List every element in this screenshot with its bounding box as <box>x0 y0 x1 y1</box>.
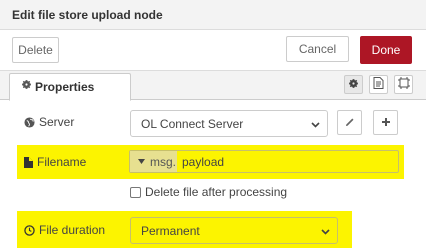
tab-settings-icon-button[interactable] <box>344 75 363 94</box>
tab-appearance-icon-button[interactable] <box>394 75 413 94</box>
server-label: Server <box>24 115 74 129</box>
server-select[interactable]: OL Connect Server <box>130 110 328 137</box>
dialog-title: Edit file store upload node <box>12 8 163 22</box>
filename-input[interactable]: msg. payload <box>129 150 399 173</box>
tab-properties[interactable]: Properties <box>9 73 131 101</box>
clock-icon <box>24 224 35 236</box>
delete-after-processing-label: Delete file after processing <box>145 185 288 199</box>
appearance-icon <box>397 77 410 92</box>
chevron-down-icon <box>311 117 320 131</box>
file-duration-select[interactable]: Permanent <box>130 217 338 244</box>
file-duration-value: Permanent <box>141 223 200 238</box>
delete-after-processing-checkbox[interactable] <box>130 186 141 198</box>
add-server-button[interactable] <box>373 110 398 135</box>
description-icon <box>373 77 384 92</box>
tab-description-icon-button[interactable] <box>369 75 388 94</box>
file-duration-label: File duration <box>24 223 105 237</box>
filename-value: payload <box>182 155 225 169</box>
plus-icon <box>381 116 391 130</box>
gear-icon <box>21 79 32 93</box>
dialog-title-bar: Edit file store upload node <box>0 0 426 30</box>
delete-after-processing-row[interactable]: Delete file after processing <box>130 185 287 199</box>
filename-type-prefix: msg. <box>150 154 177 169</box>
edit-server-button[interactable] <box>337 110 362 135</box>
cancel-button[interactable]: Cancel <box>286 36 349 62</box>
pencil-icon <box>345 116 355 130</box>
caret-down-icon <box>138 159 145 164</box>
chevron-down-icon <box>321 224 330 238</box>
done-button[interactable]: Done <box>360 36 412 64</box>
delete-button[interactable]: Delete <box>12 37 59 63</box>
tab-label: Properties <box>35 80 95 94</box>
file-icon <box>24 156 33 168</box>
filename-type-selector[interactable]: msg. <box>130 151 177 172</box>
gear-icon <box>348 78 359 92</box>
filename-label: Filename <box>24 155 86 169</box>
server-select-value: OL Connect Server <box>141 116 244 131</box>
globe-icon <box>24 116 35 128</box>
